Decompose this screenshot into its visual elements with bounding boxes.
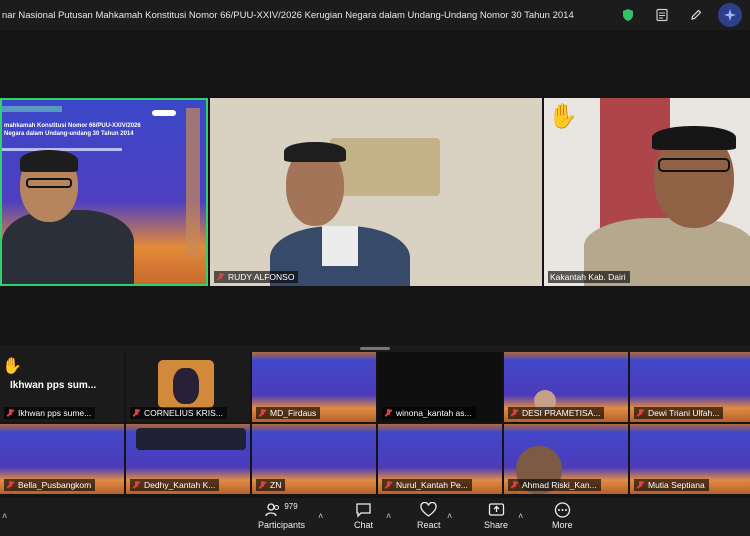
- video-tile-small[interactable]: Mutia Septiana: [630, 424, 750, 494]
- video-tile-presenter[interactable]: mahkamah Konstitusi Nomor 66/PUU-XXIV/20…: [0, 98, 208, 286]
- meeting-toolbar: ˄ 979 Participants ˄ Chat ˄ React ˄ Shar…: [0, 498, 750, 536]
- video-tile-small[interactable]: MD_Firdaus: [252, 352, 376, 422]
- mic-muted-icon: [6, 408, 15, 418]
- participant-name-tag: Ahmad Riski_Kan...: [508, 479, 601, 491]
- chevron-up-icon[interactable]: ˄: [2, 511, 7, 521]
- mic-muted-icon: [132, 480, 141, 490]
- participants-button[interactable]: 979 Participants: [258, 502, 305, 530]
- speaker-gallery: mahkamah Konstitusi Nomor 66/PUU-XXIV/20…: [0, 30, 750, 350]
- gallery-drag-handle[interactable]: [360, 347, 390, 350]
- share-button[interactable]: Share: [484, 502, 508, 530]
- edit-icon[interactable]: [684, 3, 708, 27]
- avatar: [2, 210, 134, 284]
- participants-label: Participants: [258, 520, 306, 530]
- video-tile-small[interactable]: Ahmad Riski_Kan...: [504, 424, 628, 494]
- participant-name-tag: Dedhy_Kantah K...: [130, 479, 220, 491]
- participant-name-tag: CORNELIUS KRIS...: [130, 407, 227, 419]
- mic-muted-icon: [510, 480, 519, 490]
- participant-name-tag: ZN: [256, 479, 286, 491]
- participant-name-tag: Dewi Triani Ulfah...: [634, 407, 724, 419]
- more-button[interactable]: More: [552, 502, 573, 530]
- participant-name-tag: Bella_Pusbangkom: [4, 479, 96, 491]
- video-tile-small[interactable]: Dedhy_Kantah K...: [126, 424, 250, 494]
- notes-icon[interactable]: [650, 3, 674, 27]
- meeting-title: nar Nasional Putusan Mahkamah Konstitusi…: [2, 9, 574, 21]
- small-gallery: ✋ Ikhwan pps sum... Ikhwan pps sume... C…: [0, 352, 750, 498]
- video-tile-kakantah[interactable]: ✋ Kakantah Kab. Dairi: [544, 98, 750, 286]
- mic-muted-icon: [6, 480, 15, 490]
- mic-muted-icon: [636, 480, 645, 490]
- video-tile-small[interactable]: DESI PRAMETISA...: [504, 352, 628, 422]
- participant-display-name: Ikhwan pps sum...: [10, 380, 97, 391]
- avatar: [173, 368, 199, 404]
- video-tile-small[interactable]: Dewi Triani Ulfah...: [630, 352, 750, 422]
- video-tile-small[interactable]: Nurul_Kantah Pe...: [378, 424, 502, 494]
- react-button[interactable]: React: [417, 501, 441, 530]
- mic-muted-icon: [258, 480, 267, 490]
- participant-name-tag: Ikhwan pps sume...: [4, 407, 96, 419]
- mic-muted-icon: [216, 272, 225, 282]
- raised-hand-icon: ✋: [548, 103, 578, 130]
- participant-name-tag: DESI PRAMETISA...: [508, 407, 605, 419]
- video-tile-rudy[interactable]: RUDY ALFONSO: [210, 98, 542, 286]
- chevron-up-icon[interactable]: ˄: [386, 511, 391, 521]
- video-tile-small[interactable]: Bella_Pusbangkom: [0, 424, 124, 494]
- participants-icon: [265, 503, 280, 517]
- chat-button[interactable]: Chat: [354, 502, 373, 530]
- participant-name-tag: RUDY ALFONSO: [214, 271, 299, 283]
- mic-muted-icon: [636, 408, 645, 418]
- share-label: Share: [484, 520, 509, 530]
- share-icon: [488, 503, 504, 516]
- video-tile-small[interactable]: winona_kantah as...: [378, 352, 502, 422]
- top-actions: [616, 3, 742, 27]
- heart-icon: [420, 501, 437, 517]
- chat-label: Chat: [354, 520, 374, 530]
- chevron-up-icon[interactable]: ˄: [518, 511, 523, 521]
- slide-title: mahkamah Konstitusi Nomor 66/PUU-XXIV/20…: [4, 123, 141, 137]
- ai-companion-icon[interactable]: [718, 3, 742, 27]
- chat-icon: [356, 503, 371, 518]
- mic-muted-icon: [384, 408, 393, 418]
- participant-name-tag: winona_kantah as...: [382, 407, 476, 419]
- chevron-up-icon[interactable]: ˄: [318, 511, 323, 521]
- mic-muted-icon: [510, 408, 519, 418]
- chevron-up-icon[interactable]: ˄: [447, 511, 452, 521]
- more-label: More: [552, 520, 573, 530]
- raised-hand-icon: ✋: [2, 358, 22, 375]
- participants-count: 979: [284, 502, 298, 511]
- video-tile-small[interactable]: ✋ Ikhwan pps sum... Ikhwan pps sume...: [0, 352, 124, 422]
- react-label: React: [417, 520, 441, 530]
- video-tile-small[interactable]: CORNELIUS KRIS...: [126, 352, 250, 422]
- mic-muted-icon: [384, 480, 393, 490]
- top-bar: nar Nasional Putusan Mahkamah Konstitusi…: [0, 0, 750, 30]
- participant-name-tag: Kakantah Kab. Dairi: [548, 271, 630, 283]
- mic-muted-icon: [258, 408, 267, 418]
- participant-name-tag: MD_Firdaus: [256, 407, 321, 419]
- more-icon: [554, 502, 570, 518]
- participant-name-tag: Nurul_Kantah Pe...: [382, 479, 472, 491]
- video-tile-small[interactable]: ZN: [252, 424, 376, 494]
- participant-name-tag: Mutia Septiana: [634, 479, 709, 491]
- shield-icon[interactable]: [616, 3, 640, 27]
- mic-muted-icon: [132, 408, 141, 418]
